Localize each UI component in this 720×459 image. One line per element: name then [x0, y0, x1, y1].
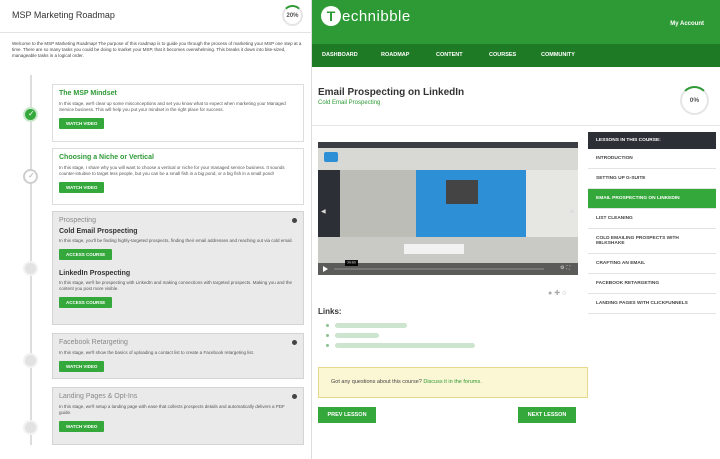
- main-nav: DASHBOARD ROADMAP CONTENT COURSES COMMUN…: [312, 44, 720, 67]
- video-settings-icon[interactable]: ⚙⛶: [560, 265, 572, 271]
- video-scene-table: [404, 244, 464, 254]
- timeline-line: [30, 75, 32, 445]
- collapse-toggle-icon[interactable]: [292, 340, 297, 345]
- link-text-blurred[interactable]: [335, 333, 379, 338]
- video-next-arrow-icon[interactable]: ▶: [570, 208, 575, 215]
- stage-description: In this stage, I share why you will want…: [59, 165, 285, 176]
- lesson-progress-ring: 0%: [680, 86, 709, 115]
- divider: [312, 125, 720, 126]
- lessons-sidebar: LESSONS IN THIS COURSE: INTRODUCTION SET…: [588, 132, 716, 314]
- lesson-item-email-prospecting[interactable]: EMAIL PROSPECTING ON LINKEDIN: [588, 189, 716, 209]
- roadmap-title: MSP Marketing Roadmap: [12, 10, 115, 20]
- sub-stage-description: In this stage, we'll be prospecting with…: [59, 280, 292, 291]
- link-text-blurred[interactable]: [335, 323, 407, 328]
- stage-card-niche: Choosing a Niche or Vertical In this sta…: [52, 148, 304, 205]
- stage-card-landing-pages: Landing Pages & Opt-Ins In this stage, w…: [52, 387, 304, 445]
- prev-lesson-button[interactable]: PREV LESSON: [318, 407, 376, 423]
- watch-video-button[interactable]: WATCH VIDEO: [59, 182, 105, 193]
- access-course-button[interactable]: ACCESS COURSE: [59, 297, 113, 308]
- roadmap-progress-ring: 20%: [282, 5, 303, 26]
- nav-roadmap[interactable]: ROADMAP: [381, 52, 409, 58]
- lesson-item-cold-emailing[interactable]: COLD EMAILING PROSPECTS WITH MILKSHAKE: [588, 229, 716, 254]
- site-header: T echnibble My Account: [312, 0, 720, 44]
- logo-icon[interactable]: T: [321, 6, 341, 26]
- links-heading: Links:: [318, 307, 342, 316]
- stage-title: Facebook Retargeting: [59, 339, 128, 346]
- stage-complete-icon: [23, 107, 38, 122]
- lesson-item-g-suite[interactable]: SETTING UP G-SUITE: [588, 169, 716, 189]
- roadmap-panel: MSP Marketing Roadmap 20% Welcome to the…: [0, 0, 312, 459]
- link-text-blurred[interactable]: [335, 343, 475, 348]
- stage-card-facebook: Facebook Retargeting In this stage, we'l…: [52, 333, 304, 379]
- stage-card-msp-mindset: The MSP Mindset In this stage, we'll cle…: [52, 84, 304, 142]
- play-icon[interactable]: [323, 266, 328, 272]
- roadmap-header: MSP Marketing Roadmap 20%: [0, 0, 312, 33]
- stage-title: Choosing a Niche or Vertical: [59, 154, 154, 161]
- lesson-item-list-cleaning[interactable]: LIST CLEANING: [588, 209, 716, 229]
- lesson-title: Email Prospecting on LinkedIn: [318, 87, 465, 98]
- video-scene-artwork: [446, 180, 478, 204]
- video-scene-window: [526, 170, 578, 238]
- stage-locked-icon: [23, 353, 38, 368]
- lesson-item-crafting-email[interactable]: CRAFTING AN EMAIL: [588, 254, 716, 274]
- logo-text[interactable]: echnibble: [342, 8, 411, 25]
- nav-content[interactable]: CONTENT: [436, 52, 463, 58]
- sub-stage-title: Cold Email Prospecting: [59, 228, 138, 235]
- lesson-item-facebook[interactable]: FACEBOOK RETARGETING: [588, 274, 716, 294]
- video-scene-ceiling: [318, 148, 578, 170]
- forum-link[interactable]: Discuss it in the forums.: [423, 379, 481, 385]
- stage-title: Landing Pages & Opt-Ins: [59, 393, 138, 400]
- roadmap-intro: Welcome to the MSP Marketing Roadmap! Th…: [12, 41, 302, 58]
- stage-description: In this stage, we'll show the basics of …: [59, 350, 254, 355]
- video-progress-bar[interactable]: [334, 268, 544, 270]
- forum-notice-prefix: Got any questions about this course?: [331, 379, 422, 385]
- stage-progress-icon: [23, 169, 38, 184]
- lesson-item-introduction[interactable]: INTRODUCTION: [588, 149, 716, 169]
- watch-video-button[interactable]: WATCH VIDEO: [59, 421, 105, 432]
- video-prev-arrow-icon[interactable]: ◀: [321, 208, 326, 215]
- course-link[interactable]: Cold Email Prospecting: [318, 100, 380, 106]
- stage-locked-icon: [23, 261, 38, 276]
- collapse-toggle-icon[interactable]: [292, 394, 297, 399]
- sub-stage-title: LinkedIn Prospecting: [59, 270, 131, 277]
- stage-description: In this stage, we'll setup a landing pag…: [59, 404, 285, 415]
- forum-notice: Got any questions about this course? Dis…: [318, 367, 588, 398]
- stage-card-prospecting: Prospecting Cold Email Prospecting In th…: [52, 211, 304, 325]
- forum-notice-text: Got any questions about this course? Dis…: [331, 379, 482, 385]
- stage-title: Prospecting: [59, 217, 96, 224]
- next-lesson-button[interactable]: NEXT LESSON: [518, 407, 576, 423]
- stage-title: The MSP Mindset: [59, 90, 117, 97]
- video-controls: ⚙⛶: [318, 263, 578, 275]
- video-brand-icon: [324, 152, 338, 162]
- nav-community[interactable]: COMMUNITY: [541, 52, 575, 58]
- watch-video-button[interactable]: WATCH VIDEO: [59, 118, 105, 129]
- my-account-link[interactable]: My Account: [670, 21, 704, 27]
- lesson-panel: T echnibble My Account DASHBOARD ROADMAP…: [312, 0, 720, 459]
- stage-locked-icon: [23, 420, 38, 435]
- access-course-button[interactable]: ACCESS COURSE: [59, 249, 113, 260]
- nav-courses[interactable]: COURSES: [489, 52, 516, 58]
- video-scene-wall: [340, 170, 416, 238]
- lesson-action-icons[interactable]: ●✚○: [548, 289, 568, 297]
- collapse-toggle-icon[interactable]: [292, 218, 297, 223]
- lesson-item-landing-pages[interactable]: LANDING PAGES WITH CLICKFUNNELS: [588, 294, 716, 314]
- video-player[interactable]: ◀ ▶ 20:53 ⚙⛶: [318, 142, 578, 275]
- nav-dashboard[interactable]: DASHBOARD: [322, 52, 358, 58]
- stage-description: In this stage, we'll clear up some misco…: [59, 101, 286, 112]
- sub-stage-description: In this stage, you'll be finding highly-…: [59, 238, 293, 243]
- lessons-heading: LESSONS IN THIS COURSE:: [588, 132, 716, 149]
- watch-video-button[interactable]: WATCH VIDEO: [59, 361, 105, 372]
